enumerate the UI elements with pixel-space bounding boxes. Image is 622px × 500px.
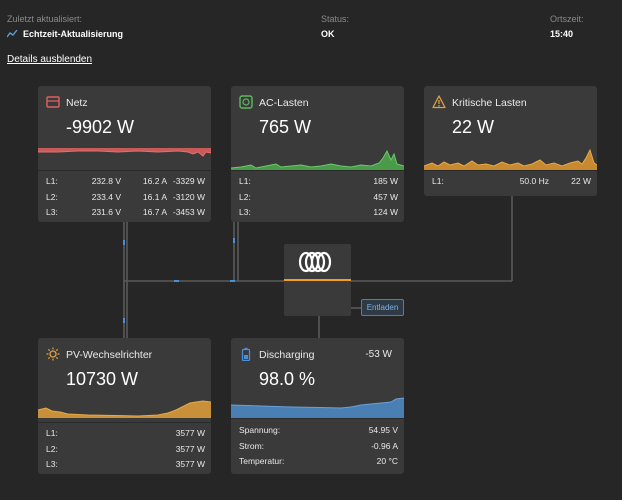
table-row: Strom: -0.96 A [239,440,398,451]
table-row: L3: 231.6 V 16.7 A -3453 W [46,207,205,217]
ac-loads-title: AC-Lasten [259,97,309,109]
sun-icon [46,347,60,361]
pv-inverter-title: PV-Wechselrichter [66,349,153,361]
plug-icon [239,95,253,109]
ac-loads-card[interactable]: AC-Lasten 765 W L1: 185 W L2: 457 W L3: … [231,86,404,222]
table-row: L2: 457 W [239,191,398,202]
pv-power-value: 10730 W [66,369,139,389]
battery-icon [241,347,251,361]
pv-power-chart [38,400,211,418]
table-row: L1: 232.8 V 16.2 A -3329 W [46,176,205,186]
grid-card[interactable]: Netz -9902 W L1: 232.8 V 16.2 A -3329 W … [38,86,211,222]
table-row: L2: 3577 W [46,443,205,454]
table-row: Spannung: 54.95 V [239,425,398,435]
pv-phase-table: L1: 3577 W L2: 3577 W L3: 3577 W [38,422,211,473]
critical-loads-power-value: 22 W [452,117,495,137]
grid-power-value: -9902 W [66,117,135,137]
ac-loads-phase-table: L1: 185 W L2: 457 W L3: 124 W [231,170,404,221]
critical-loads-title: Kritische Lasten [452,97,527,109]
critical-loads-card[interactable]: Kritische Lasten 22 W L1: 50.0 Hz 22 W [424,86,597,196]
ac-loads-chart [231,149,404,170]
table-row: Temperatur: 20 °C [239,456,398,466]
inverter-divider [284,279,351,281]
critical-loads-chart [424,148,597,170]
battery-card[interactable]: Discharging -53 W 98.0 % Spannung: 54.95… [231,338,404,474]
battery-soc-value: 98.0 % [259,369,316,389]
grid-power-chart [38,148,211,157]
grid-meter-icon [46,96,60,108]
battery-status-title: Discharging [259,349,315,361]
victron-logo-icon [298,251,332,273]
battery-soc-chart [231,397,404,418]
grid-phase-table: L1: 232.8 V 16.2 A -3329 W L2: 233.4 V 1… [38,170,211,221]
warning-icon [432,95,446,109]
pv-inverter-card[interactable]: PV-Wechselrichter 10730 W L1: 3577 W L2:… [38,338,211,474]
table-row: L1: 50.0 Hz 22 W [432,176,591,186]
critical-loads-phase-table: L1: 50.0 Hz 22 W [424,170,597,190]
discharge-mode-button[interactable]: Entladen [361,299,404,316]
battery-power-value: -53 W [365,349,392,360]
battery-details-table: Spannung: 54.95 V Strom: -0.96 A Tempera… [231,418,404,470]
inverter-box[interactable] [284,244,351,316]
grid-title: Netz [66,97,88,109]
table-row: L1: 185 W [239,176,398,186]
table-row: L1: 3577 W [46,428,205,438]
table-row: L3: 124 W [239,207,398,217]
table-row: L3: 3577 W [46,459,205,469]
ac-loads-power-value: 765 W [259,117,312,137]
table-row: L2: 233.4 V 16.1 A -3120 W [46,191,205,202]
